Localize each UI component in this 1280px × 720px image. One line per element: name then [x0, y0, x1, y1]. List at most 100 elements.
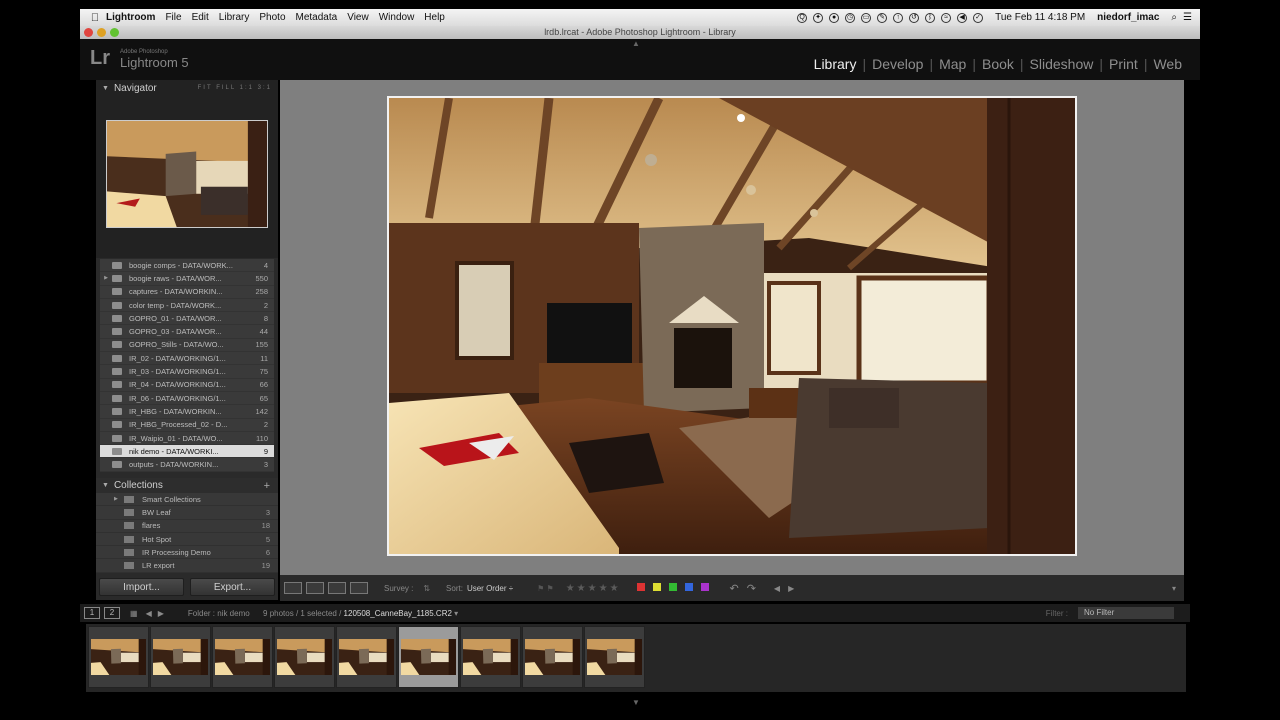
folder-row[interactable]: IR_03 - DATA/WORKING/1... 75	[100, 365, 274, 379]
window-2-button[interactable]: 2	[104, 607, 120, 619]
filmstrip-thumbnail[interactable]	[274, 626, 335, 688]
sort-dropdown[interactable]: User Order ÷	[467, 584, 513, 593]
menubar-user[interactable]: niedorf_imac	[1097, 12, 1159, 23]
folder-row[interactable]: IR_04 - DATA/WORKING/1... 66	[100, 378, 274, 392]
module-print[interactable]: Print	[1103, 56, 1144, 72]
top-panel-toggle-icon[interactable]: ▲	[632, 39, 640, 48]
menu-edit[interactable]: Edit	[192, 12, 209, 23]
filmstrip-thumbnail[interactable]	[88, 626, 149, 688]
module-library[interactable]: Library	[808, 56, 863, 72]
wifi-icon[interactable]: ≈	[941, 12, 952, 23]
add-collection-icon[interactable]: +	[264, 480, 278, 492]
folder-row[interactable]: nik demo - DATA/WORKI... 9	[100, 445, 274, 459]
compare-view-button[interactable]	[328, 582, 346, 594]
menu-window[interactable]: Window	[379, 12, 415, 23]
expand-triangle-icon[interactable]: ▶	[100, 275, 112, 281]
folder-row[interactable]: ▶ boogie raws - DATA/WOR... 550	[100, 272, 274, 286]
collapse-triangle-icon[interactable]: ▼	[102, 482, 109, 489]
upload-icon[interactable]: ↑	[893, 12, 904, 23]
source-breadcrumb[interactable]: Folder : nik demo 9 photos / 1 selected …	[188, 609, 458, 618]
menubar-clock[interactable]: Tue Feb 11 4:18 PM	[995, 12, 1085, 23]
module-map[interactable]: Map	[933, 56, 972, 72]
menu-metadata[interactable]: Metadata	[296, 12, 338, 23]
menu-file[interactable]: File	[165, 12, 181, 23]
q-icon[interactable]: Q	[797, 12, 808, 23]
tool-icon[interactable]: ✎	[877, 12, 888, 23]
display-icon[interactable]: ▭	[861, 12, 872, 23]
folder-row[interactable]: IR_06 - DATA/WORKING/1... 65	[100, 391, 274, 406]
module-web[interactable]: Web	[1147, 56, 1188, 72]
bluetooth-icon[interactable]: ᛒ	[925, 12, 936, 23]
survey-swap-icon[interactable]: ⇅	[423, 584, 430, 593]
collection-row[interactable]: Hot Spot 5	[96, 532, 278, 547]
folder-row[interactable]: boogie comps - DATA/WORK... 4	[100, 259, 274, 273]
folder-row[interactable]: GOPRO_Stills - DATA/WO... 155	[100, 338, 274, 353]
collection-row[interactable]: LR export 19	[96, 559, 278, 573]
navigator-preview[interactable]	[106, 120, 268, 228]
filmstrip-thumbnail[interactable]	[522, 626, 583, 688]
bottom-panel-toggle-icon[interactable]: ▼	[632, 698, 640, 707]
menu-view[interactable]: View	[347, 12, 369, 23]
menu-help[interactable]: Help	[424, 12, 445, 23]
export-button[interactable]: Export...	[190, 578, 275, 596]
back-arrow-icon[interactable]: ◀	[146, 609, 152, 618]
folder-row[interactable]: IR_HBG - DATA/WORKIN... 142	[100, 405, 274, 419]
folder-row[interactable]: color temp - DATA/WORK... 2	[100, 298, 274, 313]
close-window-button[interactable]	[84, 28, 93, 37]
minimize-window-button[interactable]	[97, 28, 106, 37]
filmstrip-thumbnail[interactable]	[460, 626, 521, 688]
navigator-zoom-options[interactable]: FIT FILL 1:1 3:1	[198, 85, 278, 91]
module-book[interactable]: Book	[976, 56, 1020, 72]
spotlight-icon[interactable]: ⌕	[1171, 12, 1177, 23]
collection-row[interactable]: flares 18	[96, 519, 278, 533]
previous-photo-icon[interactable]: ◀	[774, 584, 780, 593]
menu-photo[interactable]: Photo	[259, 12, 285, 23]
rotate-left-icon[interactable]: ↶	[729, 582, 738, 595]
collections-header[interactable]: ▼ Collections +	[96, 478, 278, 493]
folder-row[interactable]: IR_Waipio_01 - DATA/WO... 110	[100, 431, 274, 446]
list-icon[interactable]: ☰	[1183, 12, 1192, 23]
module-slideshow[interactable]: Slideshow	[1024, 56, 1100, 72]
filmstrip-thumbnail[interactable]	[336, 626, 397, 688]
grid-view-button[interactable]	[284, 582, 302, 594]
collection-row[interactable]: IR Processing Demo 6	[96, 546, 278, 560]
apple-icon[interactable]: 	[84, 12, 106, 24]
volume-icon[interactable]: ◀	[957, 12, 968, 23]
grid-icon[interactable]: ▦	[130, 609, 138, 618]
navigator-header[interactable]: ▼ Navigator FIT FILL 1:1 3:1	[96, 80, 278, 96]
survey-view-button[interactable]	[350, 582, 368, 594]
menu-library[interactable]: Library	[219, 12, 250, 23]
clock-icon[interactable]: ◷	[845, 12, 856, 23]
label-red[interactable]	[636, 583, 645, 591]
next-photo-icon[interactable]: ▶	[788, 584, 794, 593]
filmstrip-thumbnail[interactable]	[398, 626, 459, 688]
rotate-right-icon[interactable]: ↷	[747, 582, 756, 595]
label-yellow[interactable]	[652, 583, 661, 591]
import-button[interactable]: Import...	[99, 578, 184, 596]
app-menu[interactable]: Lightroom	[106, 12, 155, 23]
main-photo[interactable]	[387, 96, 1077, 556]
dropbox-icon[interactable]: ✦	[813, 12, 824, 23]
forward-arrow-icon[interactable]: ▶	[158, 609, 164, 618]
toolbar-menu-chevron-icon[interactable]: ▾	[1172, 584, 1176, 593]
filmstrip-thumbnail[interactable]	[150, 626, 211, 688]
folder-row[interactable]: outputs - DATA/WORKIN... 3	[100, 458, 274, 472]
label-purple[interactable]	[701, 583, 710, 591]
script-icon[interactable]: ✓	[973, 12, 984, 23]
filter-dropdown[interactable]: No Filter	[1078, 607, 1174, 619]
rating-stars[interactable]: ★★★★★	[566, 583, 621, 594]
folder-row[interactable]: IR_02 - DATA/WORKING/1... 11	[100, 352, 274, 366]
folder-row[interactable]: IR_HBG_Processed_02 - D... 2	[100, 418, 274, 432]
window-1-button[interactable]: 1	[84, 607, 100, 619]
record-icon[interactable]: ●	[829, 12, 840, 23]
collection-row[interactable]: BW Leaf 3	[96, 506, 278, 520]
flag-icon[interactable]: ⚑ ⚑	[537, 584, 554, 593]
expand-triangle-icon[interactable]: ▶	[114, 496, 124, 502]
collection-row[interactable]: ▶ Smart Collections	[96, 493, 278, 507]
label-blue[interactable]	[685, 583, 694, 591]
loupe-view-button[interactable]	[306, 582, 324, 594]
folder-row[interactable]: GOPRO_03 - DATA/WOR... 44	[100, 325, 274, 339]
collapse-triangle-icon[interactable]: ▼	[102, 85, 109, 92]
filmstrip-thumbnail[interactable]	[584, 626, 645, 688]
time-machine-icon[interactable]: ↺	[909, 12, 920, 23]
